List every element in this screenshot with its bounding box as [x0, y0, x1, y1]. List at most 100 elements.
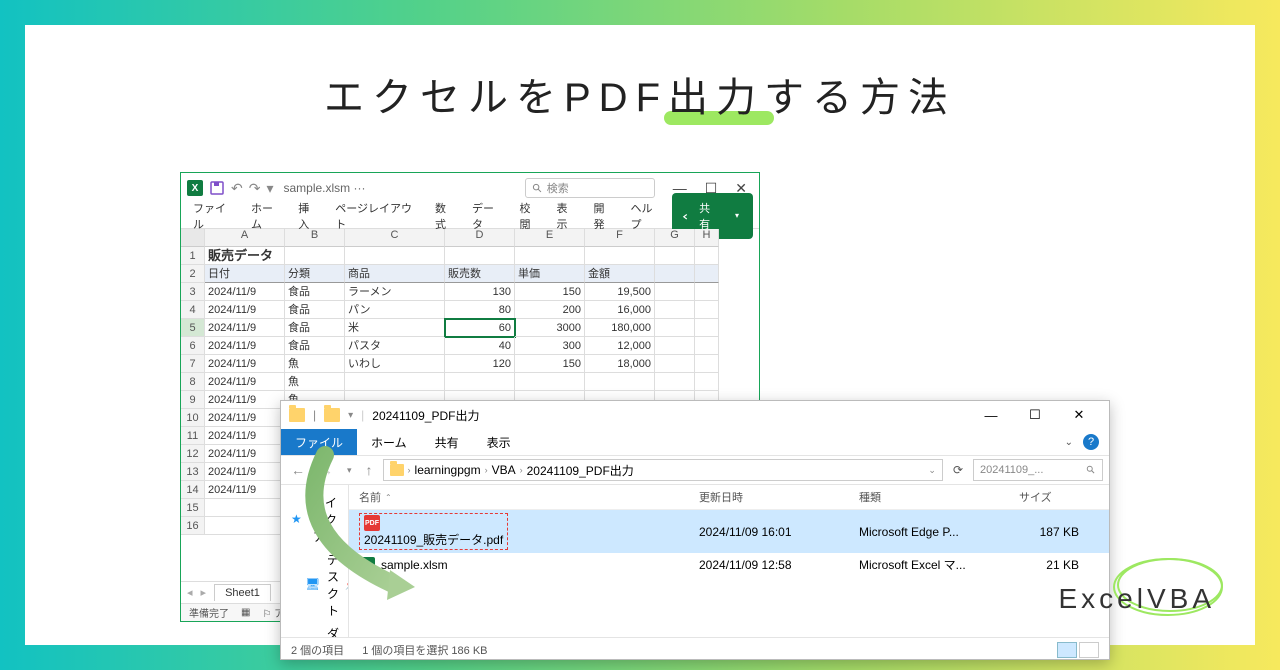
chevron-down-icon[interactable]: ⌄: [1065, 437, 1073, 448]
cell[interactable]: [445, 373, 515, 391]
cell[interactable]: 150: [515, 283, 585, 301]
cell[interactable]: 販売データ: [205, 247, 285, 265]
cell[interactable]: 米: [345, 319, 445, 337]
row-header[interactable]: 4: [181, 301, 205, 319]
row-header[interactable]: 6: [181, 337, 205, 355]
table-row[interactable]: 62024/11/9食品パスタ4030012,000: [181, 337, 759, 355]
cell[interactable]: 2024/11/9: [205, 373, 285, 391]
column-header[interactable]: D: [445, 229, 515, 247]
cell[interactable]: 単価: [515, 265, 585, 283]
cell[interactable]: 2024/11/9: [205, 283, 285, 301]
cell[interactable]: 300: [515, 337, 585, 355]
cell[interactable]: [205, 499, 285, 517]
nav-forward-icon[interactable]: →: [315, 462, 337, 478]
cell[interactable]: 日付: [205, 265, 285, 283]
cell[interactable]: 180,000: [585, 319, 655, 337]
cell[interactable]: 19,500: [585, 283, 655, 301]
column-header[interactable]: C: [345, 229, 445, 247]
column-header[interactable]: F: [585, 229, 655, 247]
column-header[interactable]: A: [205, 229, 285, 247]
cell[interactable]: [515, 373, 585, 391]
cell[interactable]: いわし: [345, 355, 445, 373]
cell[interactable]: 16,000: [585, 301, 655, 319]
list-header[interactable]: 名前⌃ 更新日時 種類 サイズ: [349, 485, 1109, 510]
cell[interactable]: 金額: [585, 265, 655, 283]
help-icon[interactable]: ?: [1083, 434, 1099, 450]
tab-share[interactable]: 共有: [421, 429, 473, 455]
row-header[interactable]: 12: [181, 445, 205, 463]
cell[interactable]: 2024/11/9: [205, 445, 285, 463]
nav-up-icon[interactable]: ↑: [362, 462, 377, 478]
sheet-tab[interactable]: Sheet1: [214, 584, 271, 601]
cell[interactable]: 2024/11/9: [205, 409, 285, 427]
explorer-search[interactable]: 20241109_...: [973, 459, 1103, 481]
column-header[interactable]: B: [285, 229, 345, 247]
cell[interactable]: 60: [445, 319, 515, 337]
nav-downloads[interactable]: ⬇ ダウンロ 📌: [281, 622, 348, 637]
sheet-nav-next[interactable]: ▸: [201, 586, 207, 599]
view-large-icon[interactable]: [1079, 642, 1099, 658]
view-details-icon[interactable]: [1057, 642, 1077, 658]
redo-icon[interactable]: ↷: [249, 180, 261, 197]
cell[interactable]: 2024/11/9: [205, 463, 285, 481]
cell[interactable]: [345, 373, 445, 391]
nav-quick-access[interactable]: ★ クイック アク: [281, 491, 348, 548]
cell[interactable]: 130: [445, 283, 515, 301]
cell[interactable]: 魚: [285, 355, 345, 373]
column-header[interactable]: G: [655, 229, 695, 247]
column-header[interactable]: E: [515, 229, 585, 247]
cell[interactable]: [585, 373, 655, 391]
cell[interactable]: 200: [515, 301, 585, 319]
row-header[interactable]: 11: [181, 427, 205, 445]
cell[interactable]: 2024/11/9: [205, 391, 285, 409]
cell[interactable]: 2024/11/9: [205, 427, 285, 445]
cell[interactable]: 分類: [285, 265, 345, 283]
cell[interactable]: ラーメン: [345, 283, 445, 301]
cell[interactable]: 2024/11/9: [205, 319, 285, 337]
table-row[interactable]: 82024/11/9魚: [181, 373, 759, 391]
cell[interactable]: 食品: [285, 319, 345, 337]
cell[interactable]: 120: [445, 355, 515, 373]
cell[interactable]: 2024/11/9: [205, 355, 285, 373]
row-header[interactable]: 1: [181, 247, 205, 265]
cell[interactable]: 3000: [515, 319, 585, 337]
minimize-icon[interactable]: —: [969, 401, 1013, 429]
table-row[interactable]: 42024/11/9食品パン8020016,000: [181, 301, 759, 319]
row-header[interactable]: 15: [181, 499, 205, 517]
cell[interactable]: 150: [515, 355, 585, 373]
row-header[interactable]: 5: [181, 319, 205, 337]
cell[interactable]: 2024/11/9: [205, 337, 285, 355]
row-header[interactable]: 14: [181, 481, 205, 499]
row-header[interactable]: 10: [181, 409, 205, 427]
list-item[interactable]: x sample.xlsm2024/11/09 12:58Microsoft E…: [349, 553, 1109, 576]
cell[interactable]: 食品: [285, 283, 345, 301]
cell[interactable]: 2024/11/9: [205, 481, 285, 499]
cell[interactable]: 商品: [345, 265, 445, 283]
table-row[interactable]: 72024/11/9魚いわし12015018,000: [181, 355, 759, 373]
cell[interactable]: [205, 517, 285, 535]
row-header[interactable]: 8: [181, 373, 205, 391]
close-icon[interactable]: ✕: [1057, 401, 1101, 429]
cell[interactable]: 2024/11/9: [205, 301, 285, 319]
table-row[interactable]: 32024/11/9食品ラーメン13015019,500: [181, 283, 759, 301]
tab-view[interactable]: 表示: [473, 429, 525, 455]
sheet-nav-prev[interactable]: ◂: [187, 586, 193, 599]
cell[interactable]: 40: [445, 337, 515, 355]
list-item[interactable]: PDF 20241109_販売データ.pdf2024/11/09 16:01Mi…: [349, 510, 1109, 553]
cell[interactable]: 食品: [285, 337, 345, 355]
nav-desktop[interactable]: 🖥 デスクト 📌: [281, 548, 348, 622]
save-icon[interactable]: [209, 180, 225, 196]
cell[interactable]: 食品: [285, 301, 345, 319]
row-header[interactable]: 13: [181, 463, 205, 481]
cell[interactable]: 80: [445, 301, 515, 319]
table-row[interactable]: 52024/11/9食品米603000180,000: [181, 319, 759, 337]
status-macro-icon[interactable]: ▦: [241, 607, 250, 618]
tab-home[interactable]: ホーム: [357, 429, 421, 455]
undo-icon[interactable]: ↶: [231, 180, 243, 197]
row-header[interactable]: 9: [181, 391, 205, 409]
cell[interactable]: 魚: [285, 373, 345, 391]
breadcrumb[interactable]: › learningpgm › VBA › 20241109_PDF出力 ⌄: [383, 459, 943, 481]
nav-back-icon[interactable]: ←: [287, 462, 309, 478]
refresh-icon[interactable]: ⟳: [949, 463, 967, 477]
cell[interactable]: パスタ: [345, 337, 445, 355]
